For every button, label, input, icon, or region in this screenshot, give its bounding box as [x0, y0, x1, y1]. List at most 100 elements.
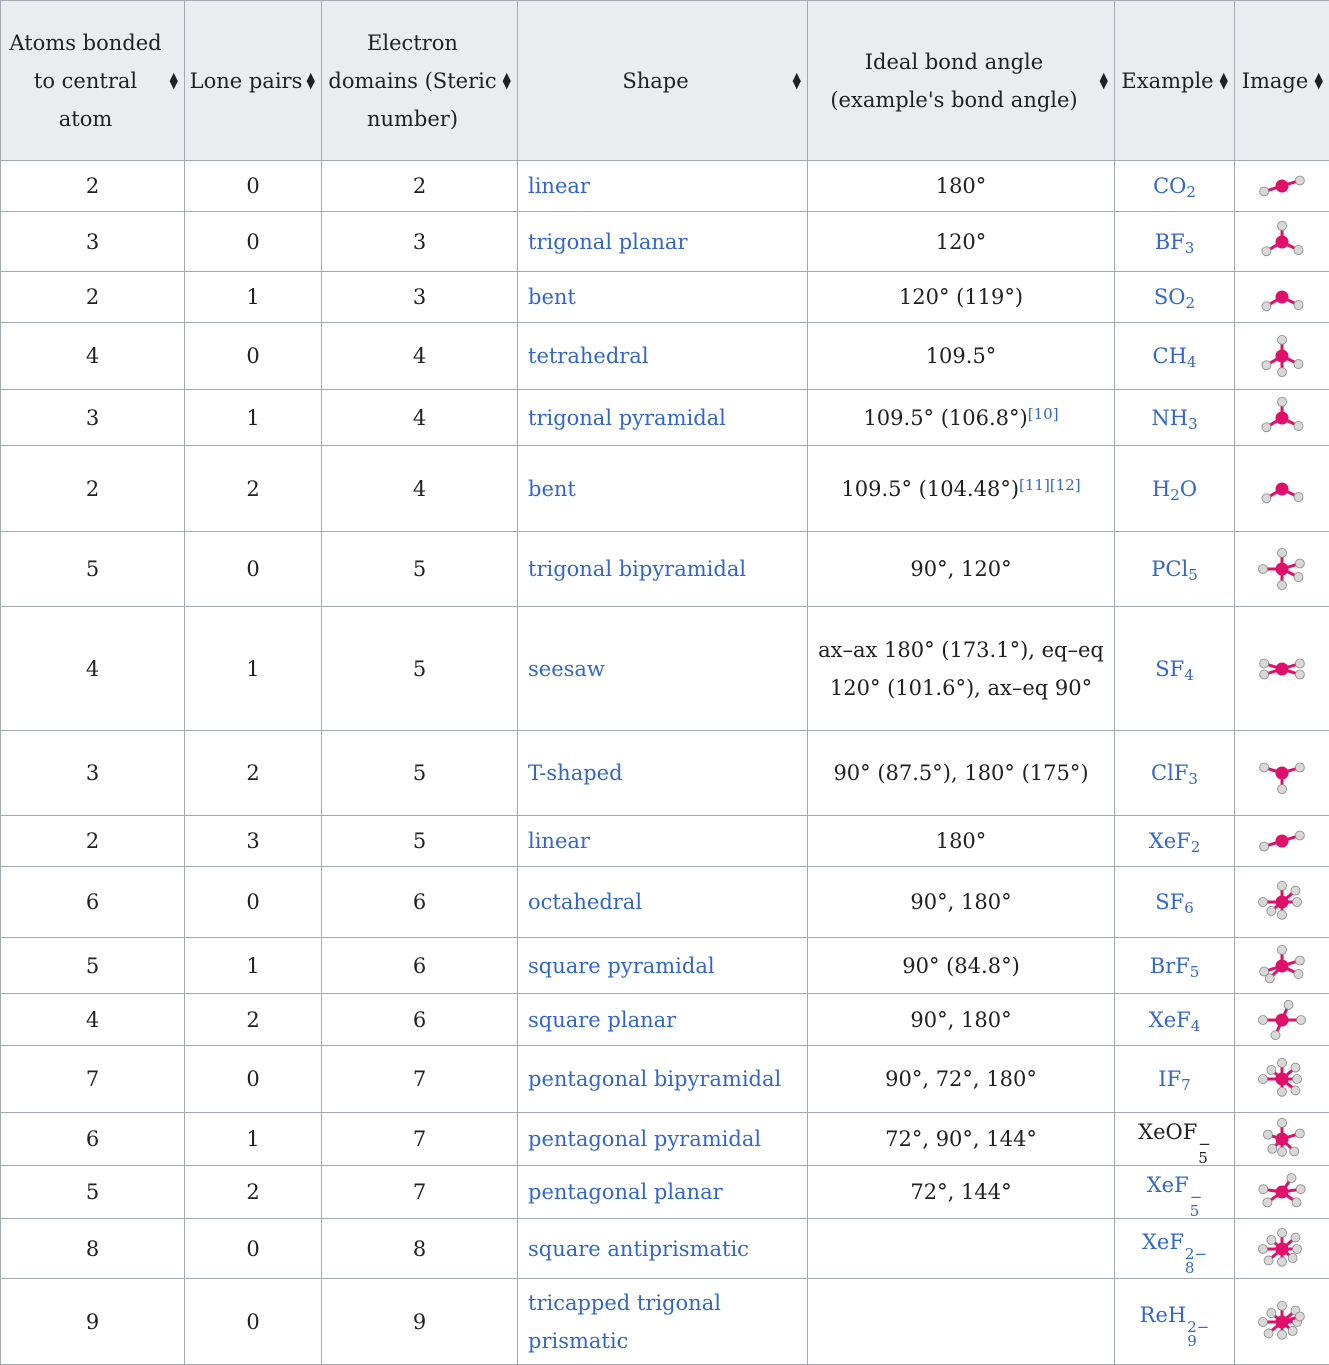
formula-base: CO: [1153, 174, 1186, 198]
header-example[interactable]: Example▲▼: [1115, 1, 1235, 161]
example-formula[interactable]: PCl5: [1151, 557, 1197, 581]
table-row: 224bent109.5° (104.48°)[11][12]H2O: [1, 446, 1329, 532]
square-planar-molecule-icon: [1254, 995, 1310, 1045]
shape-link[interactable]: pentagonal bipyramidal: [528, 1067, 781, 1091]
lone-pairs-cell: 1: [185, 390, 322, 446]
bond-angle-text: 90°, 120°: [910, 557, 1011, 581]
sort-icon[interactable]: ▲▼: [307, 73, 315, 89]
example-formula[interactable]: SF4: [1155, 657, 1194, 681]
outer-atom: [1278, 785, 1287, 794]
shape-link[interactable]: trigonal pyramidal: [528, 406, 726, 430]
bond-angle-text: 90°, 180°: [910, 1008, 1011, 1032]
header-image[interactable]: Image▲▼: [1235, 1, 1329, 161]
shape-link[interactable]: tricapped trigonal prismatic: [528, 1291, 721, 1353]
electron-domains-cell: 4: [322, 390, 518, 446]
outer-atom: [1296, 1185, 1305, 1194]
example-formula[interactable]: SF6: [1155, 890, 1194, 914]
tricapped-trigonal-prismatic-molecule-icon: [1254, 1297, 1310, 1347]
table-row: 213bent120° (119°)SO2: [1, 272, 1329, 323]
sort-icon[interactable]: ▲▼: [793, 73, 801, 89]
example-formula[interactable]: XeF2: [1149, 829, 1201, 853]
electron-domains-cell: 6: [322, 994, 518, 1046]
electron-domains-cell: 3: [322, 272, 518, 323]
example-formula[interactable]: ClF3: [1151, 761, 1198, 785]
outer-atom: [1278, 1147, 1287, 1156]
outer-atom: [1267, 1235, 1276, 1244]
shape-link[interactable]: square antiprismatic: [528, 1237, 749, 1261]
sort-icon[interactable]: ▲▼: [170, 73, 178, 89]
electron-domains-cell: 4: [322, 446, 518, 532]
outer-atom: [1278, 945, 1287, 954]
header-lone-pairs[interactable]: Lone pairs▲▼: [185, 1, 322, 161]
shape-link[interactable]: linear: [528, 174, 590, 198]
formula-base: XeF: [1149, 829, 1191, 853]
sort-icon[interactable]: ▲▼: [1315, 73, 1323, 89]
example-formula[interactable]: CH4: [1153, 344, 1197, 368]
shape-link[interactable]: bent: [528, 285, 576, 309]
outer-atom: [1291, 1063, 1300, 1072]
example-formula[interactable]: BrF5: [1150, 954, 1200, 978]
sort-icon[interactable]: ▲▼: [1100, 73, 1108, 89]
outer-atom: [1260, 187, 1269, 196]
outer-atom: [1291, 1086, 1300, 1095]
shape-link[interactable]: square pyramidal: [528, 954, 715, 978]
table-row: 235linear180°XeF2: [1, 816, 1329, 867]
shape-link[interactable]: trigonal planar: [528, 230, 687, 254]
shape-link[interactable]: octahedral: [528, 890, 642, 914]
reference-link[interactable]: [11][12]: [1019, 476, 1081, 494]
lone-pairs-cell: 0: [185, 212, 322, 272]
outer-atom: [1284, 1000, 1293, 1009]
bond-angle-text: 109.5° (104.48°): [841, 477, 1019, 501]
reference-link[interactable]: [10]: [1028, 405, 1059, 423]
example-formula[interactable]: BF3: [1155, 230, 1195, 254]
outer-atom: [1288, 1326, 1297, 1335]
square-antiprismatic-molecule-icon: [1254, 1224, 1310, 1274]
central-atom: [1276, 482, 1289, 495]
shape-link[interactable]: pentagonal pyramidal: [528, 1127, 761, 1151]
central-atom: [1276, 896, 1289, 909]
shape-link[interactable]: T-shaped: [528, 761, 623, 785]
shape-link[interactable]: trigonal bipyramidal: [528, 557, 746, 581]
t-shaped-molecule-icon: [1254, 748, 1310, 798]
bond-angle-cell: 109.5° (104.48°)[11][12]: [808, 446, 1115, 532]
header-atoms-bonded[interactable]: Atoms bonded to central atom▲▼: [1, 1, 185, 161]
atoms-bonded-cell: 4: [1, 994, 185, 1046]
example-formula[interactable]: XeF−5: [1147, 1173, 1203, 1197]
shape-link[interactable]: bent: [528, 477, 576, 501]
example-formula[interactable]: NH3: [1151, 406, 1197, 430]
electron-domains-cell: 8: [322, 1219, 518, 1279]
shape-link[interactable]: seesaw: [528, 657, 605, 681]
header-shape[interactable]: Shape▲▼: [518, 1, 808, 161]
example-cell: H2O: [1115, 446, 1235, 532]
header-bond-angle[interactable]: Ideal bond angle (example's bond angle)▲…: [808, 1, 1115, 161]
example-formula[interactable]: IF7: [1158, 1067, 1190, 1091]
outer-atom: [1263, 1198, 1272, 1207]
molecule-image-cell: [1235, 607, 1329, 731]
outer-atom: [1294, 301, 1303, 310]
example-formula[interactable]: H2O: [1152, 477, 1197, 501]
outer-atom: [1294, 245, 1303, 254]
bond-angle-text: 72°, 90°, 144°: [885, 1127, 1037, 1151]
atoms-bonded-cell: 8: [1, 1219, 185, 1279]
example-formula[interactable]: ReH2−9: [1140, 1303, 1210, 1327]
header-electron-domains[interactable]: Electron domains (Steric number)▲▼: [322, 1, 518, 161]
shape-cell: trigonal bipyramidal: [518, 532, 808, 607]
example-formula[interactable]: XeF2−8: [1142, 1230, 1207, 1254]
shape-link[interactable]: pentagonal planar: [528, 1180, 723, 1204]
example-formula[interactable]: CO2: [1153, 174, 1196, 198]
sort-icon[interactable]: ▲▼: [503, 73, 511, 89]
shape-link[interactable]: tetrahedral: [528, 344, 649, 368]
shape-link[interactable]: linear: [528, 829, 590, 853]
bond-angle-cell: 120°: [808, 212, 1115, 272]
sort-icon[interactable]: ▲▼: [1220, 73, 1228, 89]
lone-pairs-cell: 0: [185, 1046, 322, 1113]
outer-atom: [1267, 1308, 1276, 1317]
example-formula[interactable]: SO2: [1154, 285, 1195, 309]
example-formula[interactable]: XeF4: [1149, 1008, 1201, 1032]
example-cell: ClF3: [1115, 731, 1235, 816]
formula-subscript: 2: [1191, 838, 1201, 856]
square-pyramidal-molecule-icon: [1254, 941, 1310, 991]
shape-link[interactable]: square planar: [528, 1008, 676, 1032]
electron-domains-cell: 5: [322, 532, 518, 607]
central-atom: [1276, 563, 1289, 576]
